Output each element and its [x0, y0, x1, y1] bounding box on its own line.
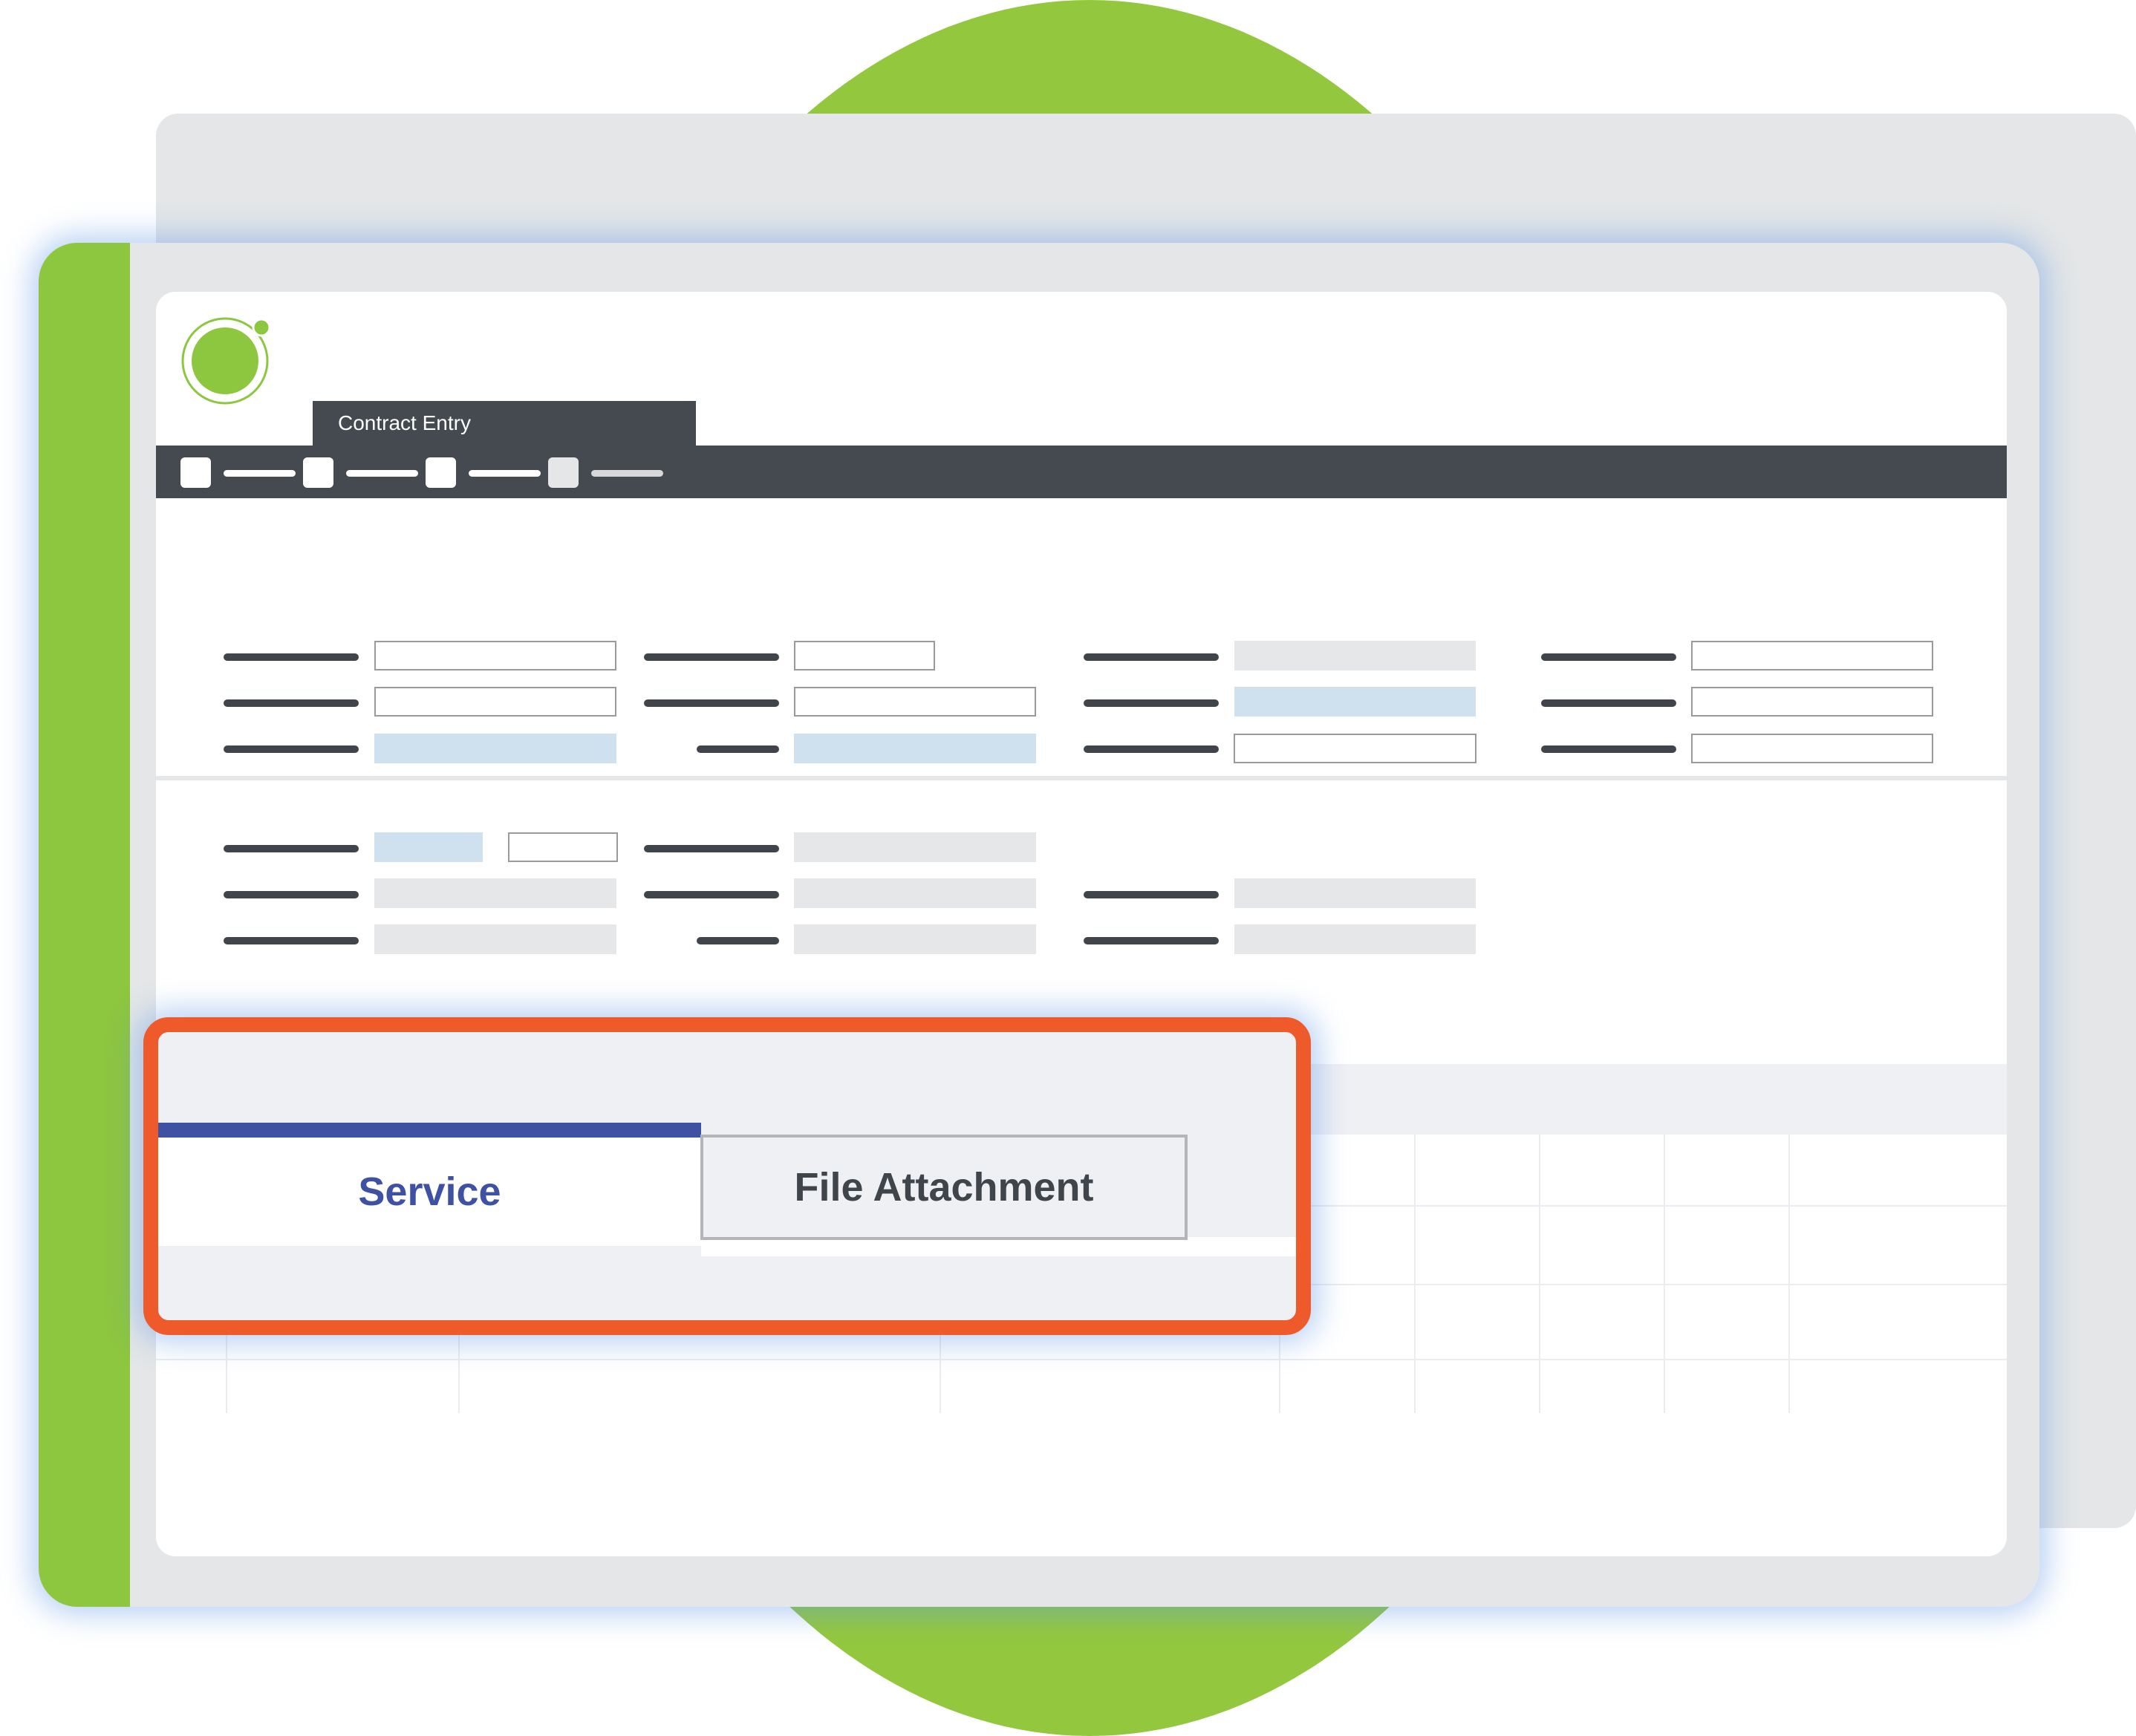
app-content: Contract Entry: [156, 292, 2007, 1556]
tab-strip-callout: Service File Attachment: [143, 1017, 1311, 1335]
grid-row-divider: [156, 1359, 2007, 1360]
grid-column-divider: [1414, 1135, 1416, 1413]
field-label: [697, 937, 779, 944]
tab-service-label: Service: [358, 1169, 501, 1214]
field-label: [1541, 653, 1676, 661]
toolbar-square-icon[interactable]: [548, 457, 579, 488]
tab-file-attachment-label: File Attachment: [794, 1165, 1094, 1210]
text-field[interactable]: [1691, 687, 1933, 717]
field-label: [1084, 937, 1219, 944]
section-divider: [156, 776, 2007, 780]
field-label: [644, 845, 779, 852]
toolbar-square-icon[interactable]: [303, 457, 333, 488]
lookup-field[interactable]: [374, 734, 616, 763]
toolbar: [156, 446, 2007, 498]
readonly-field: [1234, 641, 1476, 670]
text-field[interactable]: [508, 832, 618, 862]
readonly-field: [794, 924, 1036, 954]
field-label: [1084, 699, 1219, 707]
field-label: [1541, 745, 1676, 753]
toolbar-button-label[interactable]: [591, 470, 663, 477]
text-field[interactable]: [794, 687, 1036, 717]
lookup-field[interactable]: [374, 832, 483, 862]
text-field[interactable]: [1691, 734, 1933, 763]
window-accent-strip: [39, 243, 130, 1607]
readonly-field: [374, 924, 616, 954]
readonly-field: [794, 878, 1036, 908]
grid-column-divider: [1788, 1135, 1790, 1413]
grid-column-divider: [1664, 1135, 1665, 1413]
field-label: [1541, 699, 1676, 707]
text-field[interactable]: [374, 687, 616, 717]
tab-file-attachment[interactable]: File Attachment: [700, 1135, 1188, 1240]
tab-contract-entry[interactable]: Contract Entry: [313, 401, 696, 446]
text-field[interactable]: [374, 641, 616, 670]
field-label: [1084, 653, 1219, 661]
field-label: [644, 699, 779, 707]
toolbar-button-label[interactable]: [469, 470, 541, 477]
toolbar-square-icon[interactable]: [426, 457, 456, 488]
field-label: [224, 845, 359, 852]
field-label: [644, 653, 779, 661]
readonly-field: [374, 878, 616, 908]
lookup-field[interactable]: [1234, 687, 1476, 717]
field-label: [644, 891, 779, 898]
text-field[interactable]: [1691, 641, 1933, 670]
field-label: [224, 653, 359, 661]
grid-column-divider: [1539, 1135, 1540, 1413]
tab-strip: Service File Attachment: [158, 1032, 1296, 1320]
field-label: [1084, 891, 1219, 898]
field-label: [224, 937, 359, 944]
text-field[interactable]: [794, 641, 935, 670]
toolbar-button-label[interactable]: [224, 470, 296, 477]
field-label: [1084, 745, 1219, 753]
toolbar-button-label[interactable]: [346, 470, 418, 477]
toolbar-square-icon[interactable]: [180, 457, 211, 488]
lookup-field[interactable]: [794, 734, 1036, 763]
readonly-field: [1234, 924, 1476, 954]
field-label: [224, 745, 359, 753]
readonly-field: [1234, 878, 1476, 908]
readonly-field: [794, 832, 1036, 862]
field-label: [697, 745, 779, 753]
field-label: [224, 699, 359, 707]
circle-logo-icon: [181, 317, 271, 405]
text-field[interactable]: [1234, 734, 1476, 763]
field-label: [224, 891, 359, 898]
tab-service[interactable]: Service: [158, 1123, 701, 1246]
